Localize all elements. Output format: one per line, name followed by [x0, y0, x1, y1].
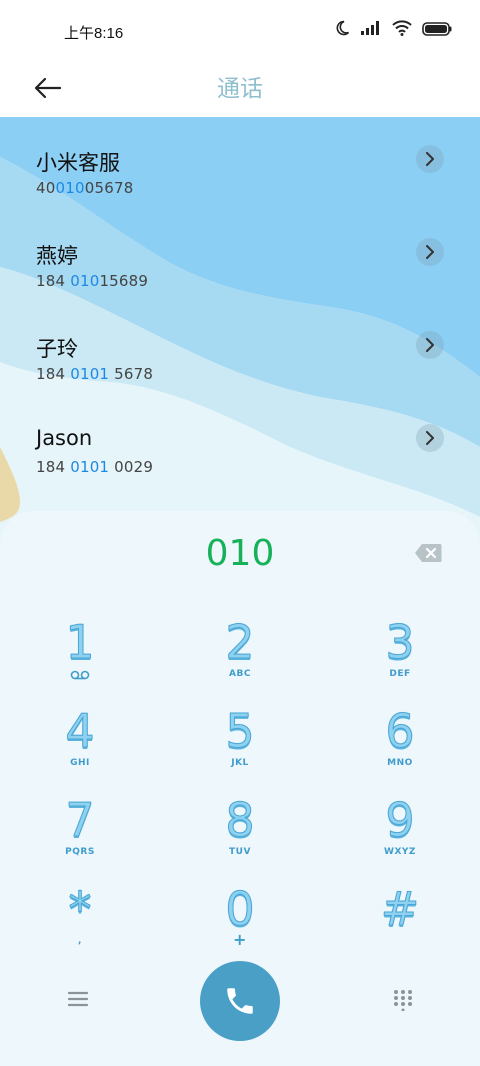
contact-number: 184 0101 0029: [36, 458, 154, 476]
key-0[interactable]: 0 +: [180, 884, 300, 964]
menu-button[interactable]: [66, 989, 90, 1009]
page-title: 通话: [217, 76, 263, 102]
phone-icon: [227, 988, 253, 1014]
chevron-right-icon: [426, 245, 434, 259]
key-8[interactable]: 8 TUV: [180, 795, 300, 875]
key-hash[interactable]: #: [340, 884, 460, 964]
key-7[interactable]: 7 PQRS: [20, 795, 140, 875]
matched-digits: 0101: [70, 458, 110, 476]
contact-details-button[interactable]: [416, 238, 444, 266]
wifi-icon: [392, 20, 412, 40]
matched-digits: 010: [70, 272, 100, 290]
status-time: 上午8:16: [64, 25, 124, 42]
key-2[interactable]: 2 ABC: [180, 617, 300, 697]
key-star[interactable]: * ,: [20, 884, 140, 964]
contact-item[interactable]: 小米客服 4001005678: [0, 117, 480, 210]
chevron-right-icon: [426, 152, 434, 166]
contact-item[interactable]: 子玲 184 0101 5678: [0, 303, 480, 396]
contact-name: 小米客服: [36, 151, 120, 175]
contact-number: 184 01015689: [36, 272, 149, 290]
menu-icon: [67, 991, 89, 1007]
dialpad-panel: 010 1 2 ABC 3 DEF 4 GHI 5 JKL 6 MNO 7 PQ…: [0, 511, 480, 1066]
signal-icon: [360, 20, 382, 40]
contact-number: 184 0101 5678: [36, 365, 154, 383]
chevron-right-icon: [426, 431, 434, 445]
contact-details-button[interactable]: [416, 145, 444, 173]
matched-digits: 010: [55, 179, 85, 197]
contact-details-button[interactable]: [416, 424, 444, 452]
status-bar: 上午8:16: [0, 0, 480, 60]
dialed-number-display[interactable]: 010: [0, 533, 480, 574]
contact-number: 4001005678: [36, 179, 134, 197]
key-3[interactable]: 3 DEF: [340, 617, 460, 697]
key-1[interactable]: 1: [20, 617, 140, 697]
keypad-toggle-button[interactable]: [392, 989, 414, 1012]
contact-name: 子玲: [36, 337, 78, 361]
chevron-right-icon: [426, 338, 434, 352]
contact-results-list: 小米客服 4001005678 燕婷 184 01015689 子玲 184 0…: [0, 117, 480, 517]
key-6[interactable]: 6 MNO: [340, 706, 460, 786]
backspace-button[interactable]: [414, 543, 442, 563]
key-4[interactable]: 4 GHI: [20, 706, 140, 786]
contact-item[interactable]: 燕婷 184 01015689: [0, 210, 480, 303]
contact-details-button[interactable]: [416, 331, 444, 359]
call-button[interactable]: [200, 961, 280, 1041]
backspace-icon: [415, 544, 442, 562]
matched-digits: 0101: [70, 365, 110, 383]
status-icons: [334, 20, 452, 40]
contact-item[interactable]: Jason 184 0101 0029: [0, 396, 480, 489]
key-9[interactable]: 9 WXYZ: [340, 795, 460, 875]
app-header: 通话: [0, 60, 480, 117]
dialpad-grid-icon: [394, 990, 412, 1012]
key-5[interactable]: 5 JKL: [180, 706, 300, 786]
contact-name: 燕婷: [36, 244, 78, 268]
battery-icon: [422, 21, 452, 40]
voicemail-icon: [20, 665, 140, 684]
moon-icon: [334, 20, 350, 40]
contact-name: Jason: [36, 426, 93, 450]
